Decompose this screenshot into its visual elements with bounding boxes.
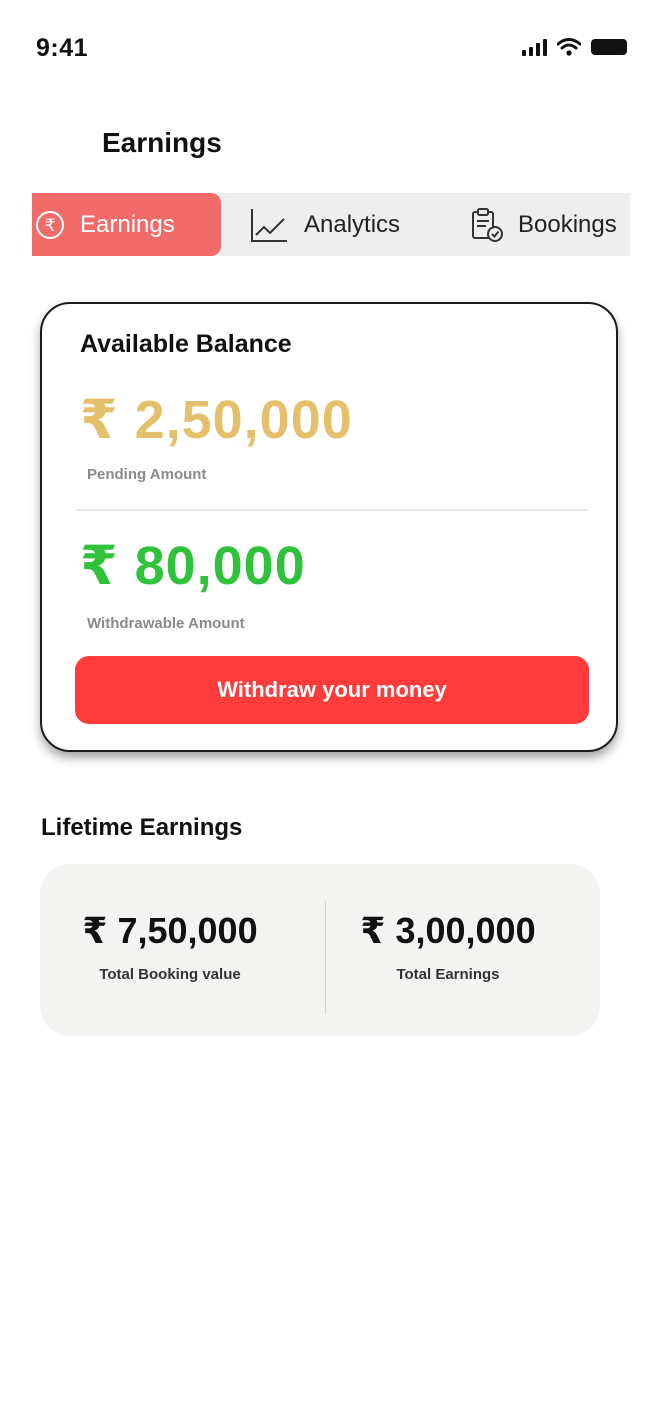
status-time: 9:41 <box>36 34 89 62</box>
tab-earnings[interactable]: ₹ Earnings <box>32 193 221 256</box>
total-booking-value-label: Total Booking value <box>99 966 241 983</box>
tab-analytics[interactable]: Analytics <box>250 193 400 256</box>
wifi-icon <box>557 38 581 56</box>
line-chart-icon <box>250 207 288 243</box>
tab-bar: ₹ Earnings Analytics Bookings <box>32 193 630 256</box>
lifetime-earnings-title: Lifetime Earnings <box>41 814 243 841</box>
lifetime-earnings-card: ₹ 7,50,000 Total Booking value ₹ 3,00,00… <box>40 864 600 1036</box>
total-booking-value: ₹ 7,50,000 <box>82 910 258 951</box>
tab-earnings-label: Earnings <box>80 210 175 238</box>
svg-text:₹: ₹ <box>45 216 56 236</box>
total-earnings-label: Total Earnings <box>396 966 500 983</box>
battery-icon <box>591 39 627 55</box>
divider <box>76 509 588 511</box>
available-balance-card: Available Balance ₹ 2,50,000 Pending Amo… <box>40 302 618 752</box>
pending-amount-label: Pending Amount <box>87 466 207 483</box>
page-title: Earnings <box>102 127 222 158</box>
total-earnings-value: ₹ 3,00,000 <box>360 910 536 951</box>
tab-analytics-label: Analytics <box>304 210 401 238</box>
withdrawable-amount: ₹ 80,000 <box>80 536 306 596</box>
rupee-circle-icon: ₹ <box>34 209 66 241</box>
pending-amount: ₹ 2,50,000 <box>80 390 353 450</box>
tab-bookings[interactable]: Bookings <box>468 193 617 256</box>
clipboard-check-icon <box>468 206 506 244</box>
cellular-signal-icon <box>522 38 547 56</box>
tab-bookings-label: Bookings <box>518 210 617 238</box>
withdraw-button[interactable]: Withdraw your money <box>75 656 589 724</box>
status-icons <box>522 38 627 56</box>
withdrawable-amount-label: Withdrawable Amount <box>87 615 245 632</box>
card-title: Available Balance <box>80 330 292 358</box>
